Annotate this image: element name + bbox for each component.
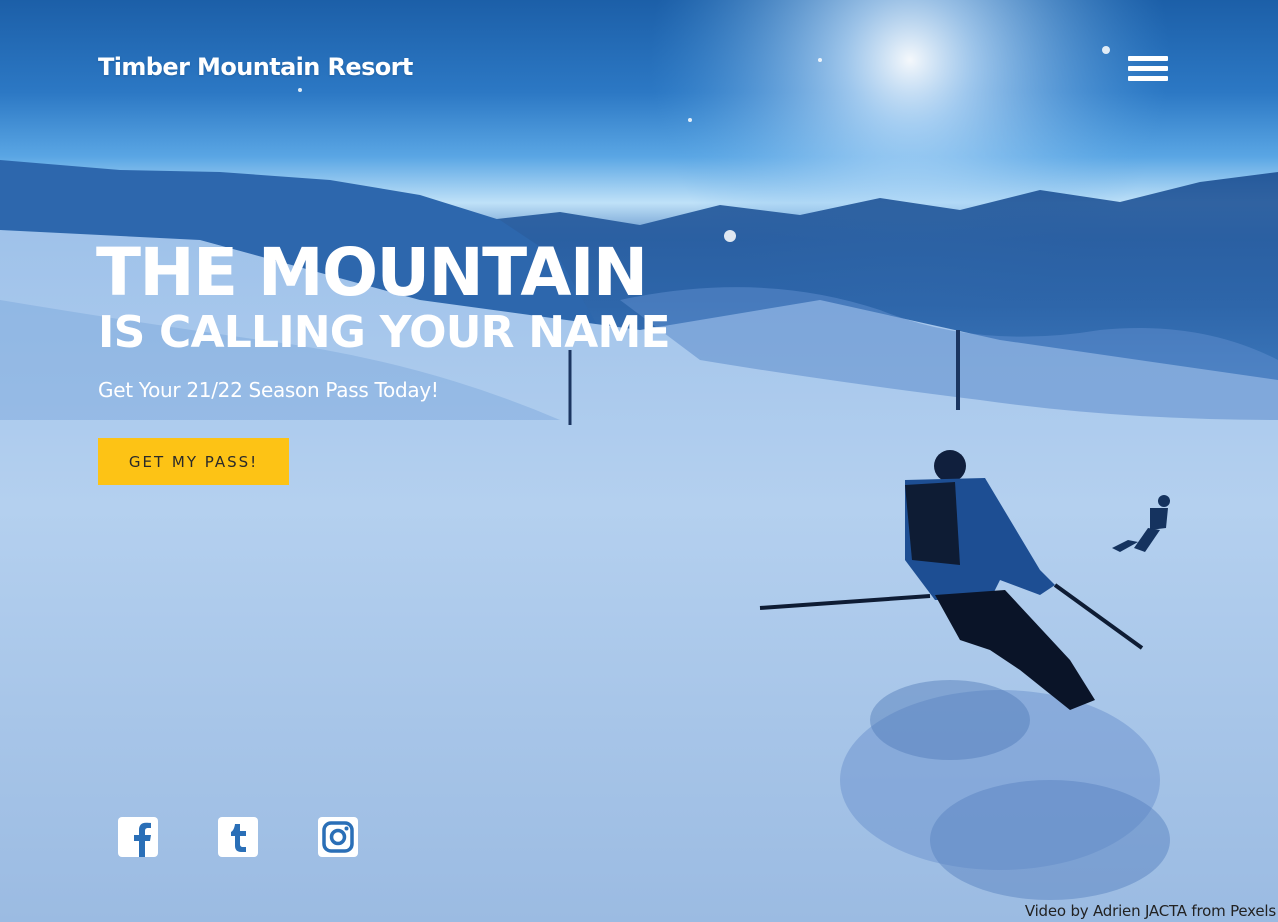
tumblr-icon[interactable] bbox=[218, 817, 258, 857]
hero-headline-line2: IS CALLING YOUR NAME bbox=[98, 307, 671, 358]
video-credit[interactable]: Video by Adrien JACTA from Pexels bbox=[1025, 902, 1276, 920]
hero-tagline: Get Your 21/22 Season Pass Today! bbox=[98, 378, 439, 402]
brand-logo-text[interactable]: Timber Mountain Resort bbox=[98, 53, 413, 81]
hamburger-menu-icon[interactable] bbox=[1125, 53, 1169, 85]
hero-headline-line1: THE MOUNTAIN bbox=[96, 234, 648, 311]
get-my-pass-button[interactable]: GET MY PASS! bbox=[98, 438, 289, 485]
instagram-icon[interactable] bbox=[318, 817, 358, 857]
facebook-icon[interactable] bbox=[118, 817, 158, 857]
